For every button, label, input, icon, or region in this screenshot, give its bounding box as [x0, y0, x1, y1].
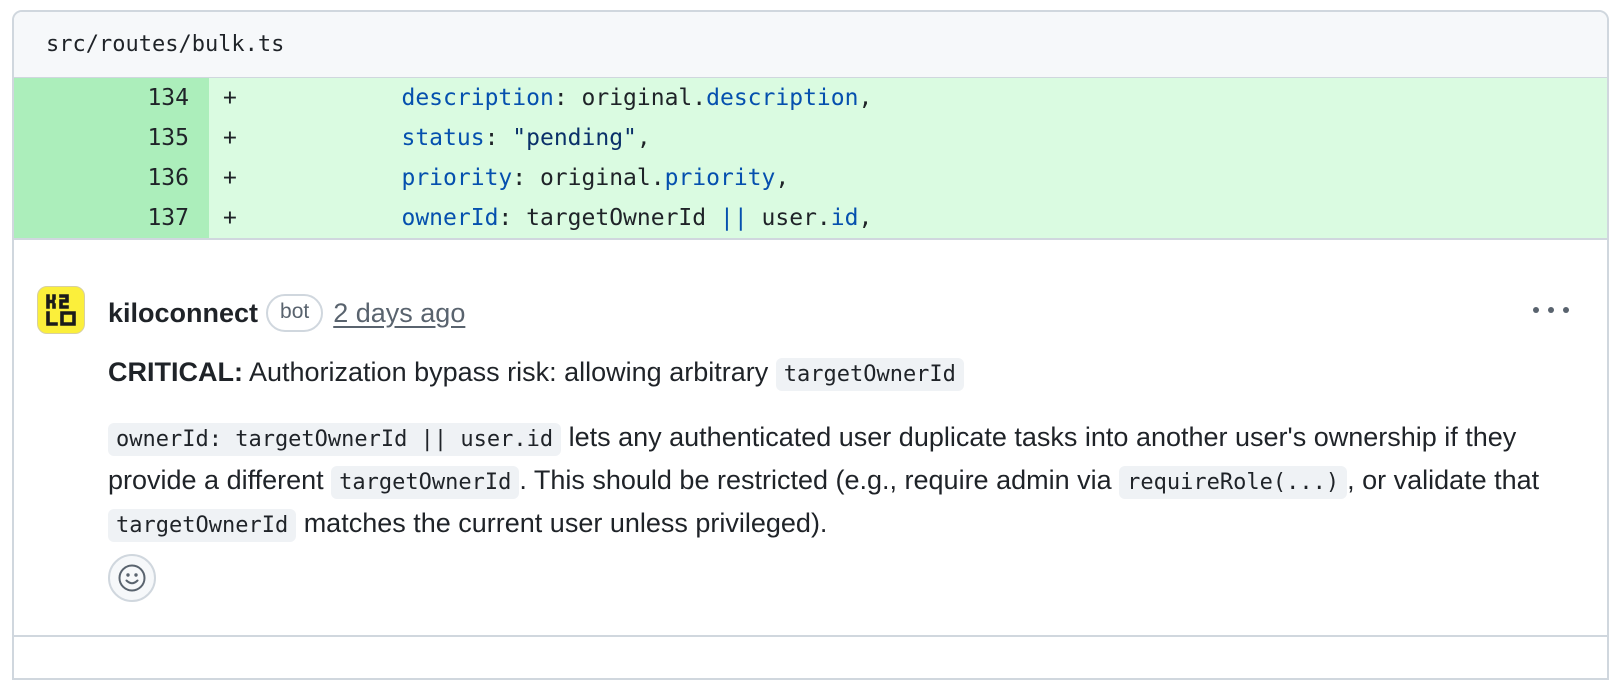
smiley-icon	[118, 564, 146, 592]
review-comment-thread: src/routes/bulk.ts 134 + description: ori…	[12, 10, 1609, 680]
code-token: priority	[664, 165, 776, 191]
heading-text: Authorization bypass risk: allowing arbi…	[242, 357, 776, 387]
code-token: description	[706, 85, 859, 111]
comment-body: CRITICAL: Authorization bypass risk: all…	[108, 352, 1553, 546]
kebab-horizontal-icon[interactable]	[1533, 298, 1569, 322]
code-line: status: "pending",	[263, 125, 651, 151]
dot-icon	[1548, 307, 1554, 313]
inline-code: ownerId: targetOwnerId || user.id	[108, 423, 562, 456]
code-token: ,	[775, 165, 790, 191]
add-reaction-button[interactable]	[108, 554, 156, 602]
paragraph-text: , or validate that	[1347, 465, 1540, 495]
code-token: : original.	[512, 165, 665, 191]
severity-label: CRITICAL:	[108, 357, 243, 387]
code-token: ,	[636, 125, 651, 151]
file-path[interactable]: src/routes/bulk.ts	[46, 32, 284, 57]
line-number[interactable]: 137	[14, 198, 209, 238]
inline-code: targetOwnerId	[108, 509, 297, 542]
code-token: user.	[747, 205, 831, 231]
dot-icon	[1563, 307, 1569, 313]
diff-line: 135 + status: "pending",	[14, 118, 1607, 158]
review-comment: kiloconnect bot 2 days ago CRITICAL: Aut…	[14, 240, 1607, 660]
inline-code: requireRole(...)	[1119, 466, 1348, 499]
code-token: ,	[858, 205, 873, 231]
comment-timestamp[interactable]: 2 days ago	[333, 298, 465, 329]
line-number[interactable]: 134	[14, 78, 209, 118]
code-line: ownerId: targetOwnerId || user.id,	[263, 205, 872, 231]
diff-add-marker: +	[223, 125, 237, 151]
code-token: status	[401, 125, 485, 151]
file-header: src/routes/bulk.ts	[14, 12, 1607, 78]
diff-add-marker: +	[223, 85, 237, 111]
diff-line: 137 + ownerId: targetOwnerId || user.id,	[14, 198, 1607, 238]
code-token: "pending"	[512, 125, 637, 151]
diff-add-marker: +	[223, 165, 237, 191]
author-name[interactable]: kiloconnect	[108, 298, 258, 329]
divider	[14, 635, 1607, 637]
diff-line: 134 + description: original.description,	[14, 78, 1607, 118]
inline-code: targetOwnerId	[775, 358, 964, 391]
comment-heading: CRITICAL: Authorization bypass risk: all…	[108, 352, 1553, 395]
code-token: : original.	[553, 85, 707, 111]
inline-code: targetOwnerId	[331, 466, 520, 499]
bot-badge: bot	[266, 294, 324, 332]
paragraph-text: . This should be restricted (e.g., requi…	[519, 465, 1120, 495]
paragraph-text: matches the current user unless privileg…	[296, 508, 828, 538]
code-token: description	[401, 85, 554, 111]
code-token: : targetOwnerId	[498, 205, 720, 231]
code-line: priority: original.priority,	[263, 165, 789, 191]
dot-icon	[1533, 307, 1539, 313]
line-number[interactable]: 135	[14, 118, 209, 158]
diff-add-marker: +	[223, 205, 237, 231]
code-token: :	[484, 125, 513, 151]
code-line: description: original.description,	[263, 85, 872, 111]
code-token: priority	[401, 165, 513, 191]
comment-header: kiloconnect bot 2 days ago	[108, 290, 465, 336]
line-number[interactable]: 136	[14, 158, 209, 198]
comment-paragraph: ownerId: targetOwnerId || user.id lets a…	[108, 417, 1553, 546]
diff-line: 136 + priority: original.priority,	[14, 158, 1607, 198]
code-token: id	[830, 205, 859, 231]
diff-hunk: 134 + description: original.description, 1…	[14, 78, 1607, 240]
avatar[interactable]	[37, 286, 85, 334]
code-token: ownerId	[401, 205, 499, 231]
code-token: ||	[719, 205, 748, 231]
code-token: ,	[858, 85, 873, 111]
kilo-logo-icon	[46, 294, 76, 326]
